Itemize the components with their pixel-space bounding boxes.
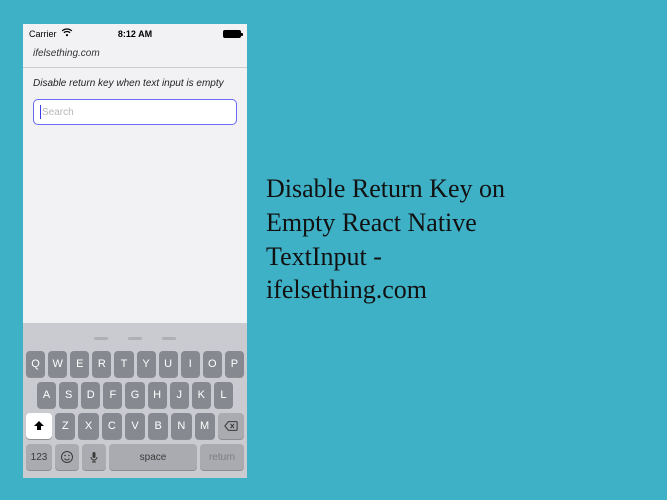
- search-placeholder: Search: [42, 107, 74, 118]
- emoji-key[interactable]: [55, 444, 79, 470]
- key-r[interactable]: R: [92, 351, 111, 377]
- key-l[interactable]: L: [214, 382, 233, 408]
- key-c[interactable]: C: [102, 413, 122, 439]
- key-x[interactable]: X: [78, 413, 98, 439]
- key-z[interactable]: Z: [55, 413, 75, 439]
- backspace-key[interactable]: [218, 413, 244, 439]
- key-p[interactable]: P: [225, 351, 244, 377]
- key-e[interactable]: E: [70, 351, 89, 377]
- key-m[interactable]: M: [195, 413, 215, 439]
- status-bar: Carrier 8:12 AM: [23, 24, 247, 44]
- key-f[interactable]: F: [103, 382, 122, 408]
- key-h[interactable]: H: [148, 382, 167, 408]
- key-n[interactable]: N: [171, 413, 191, 439]
- status-time: 8:12 AM: [23, 29, 247, 39]
- key-u[interactable]: U: [159, 351, 178, 377]
- key-i[interactable]: I: [181, 351, 200, 377]
- key-o[interactable]: O: [203, 351, 222, 377]
- app-subtitle: Disable return key when text input is em…: [23, 68, 247, 95]
- key-y[interactable]: Y: [137, 351, 156, 377]
- numbers-key[interactable]: 123: [26, 444, 52, 470]
- key-s[interactable]: S: [59, 382, 78, 408]
- search-input[interactable]: Search: [33, 99, 237, 125]
- key-q[interactable]: Q: [26, 351, 45, 377]
- key-j[interactable]: J: [170, 382, 189, 408]
- space-key[interactable]: space: [109, 444, 197, 470]
- key-w[interactable]: W: [48, 351, 67, 377]
- key-k[interactable]: K: [192, 382, 211, 408]
- key-t[interactable]: T: [114, 351, 133, 377]
- key-v[interactable]: V: [125, 413, 145, 439]
- keyboard-suggestion-bar: [26, 327, 244, 351]
- key-b[interactable]: B: [148, 413, 168, 439]
- return-key[interactable]: return: [200, 444, 244, 470]
- key-a[interactable]: A: [37, 382, 56, 408]
- phone-frame: Carrier 8:12 AM ifelsething.com Disable …: [23, 24, 247, 478]
- mic-key[interactable]: [82, 444, 106, 470]
- shift-key[interactable]: [26, 413, 52, 439]
- key-g[interactable]: G: [125, 382, 144, 408]
- text-cursor: [40, 105, 41, 119]
- headline-text: Disable Return Key on Empty React Native…: [266, 172, 636, 307]
- battery-icon: [223, 30, 241, 38]
- keyboard: QWERTYUIOP ASDFGHJKL ZXCVBNM 123 space r…: [23, 323, 247, 478]
- key-d[interactable]: D: [81, 382, 100, 408]
- app-header: ifelsething.com: [23, 44, 247, 68]
